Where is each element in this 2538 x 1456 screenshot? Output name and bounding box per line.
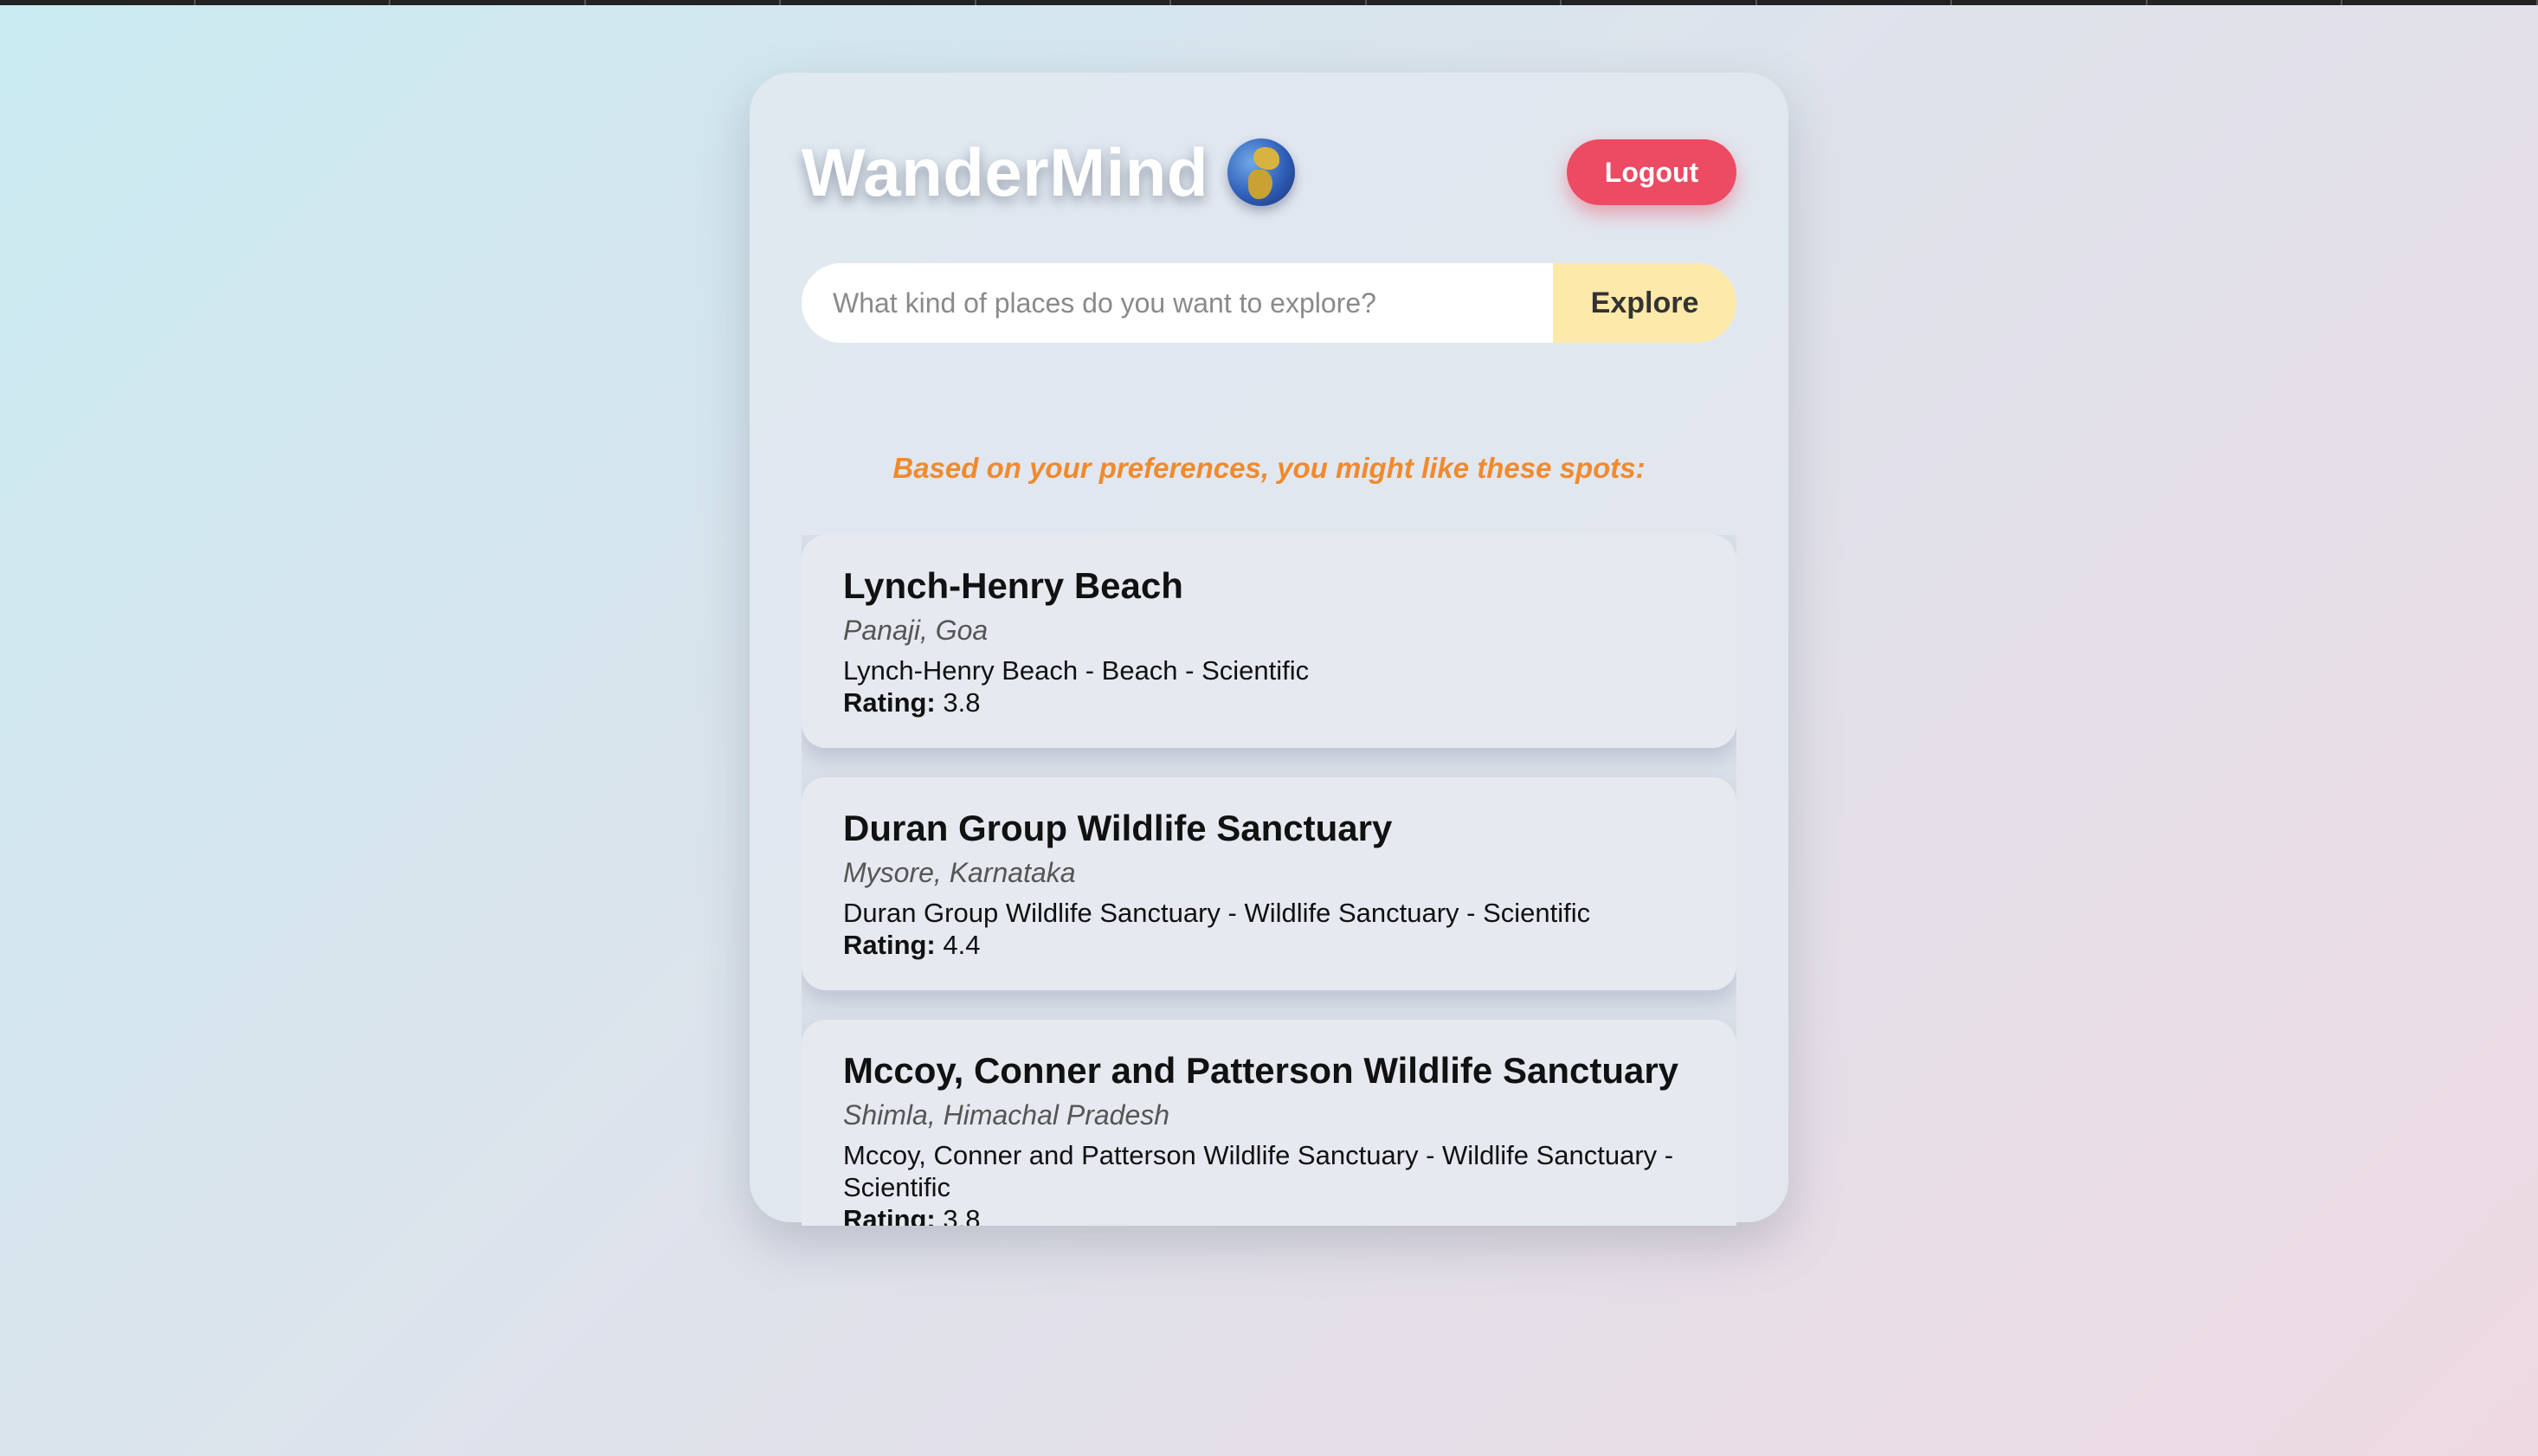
place-card[interactable]: Lynch-Henry Beach Panaji, Goa Lynch-Henr… [802, 535, 1736, 748]
place-name: Mccoy, Conner and Patterson Wildlife San… [843, 1050, 1679, 1091]
rating-label: Rating: [843, 1204, 936, 1226]
app-title-wrap: WanderMind [802, 133, 1296, 212]
search-bar: Explore [802, 263, 1736, 343]
rating-label: Rating: [843, 687, 936, 718]
place-rating: Rating: 3.8 [843, 686, 1695, 718]
place-location: Mysore, Karnataka [843, 857, 1076, 888]
place-card[interactable]: Duran Group Wildlife Sanctuary Mysore, K… [802, 777, 1736, 990]
place-card[interactable]: Mccoy, Conner and Patterson Wildlife San… [802, 1020, 1736, 1226]
app-title: WanderMind [802, 133, 1209, 210]
results-list[interactable]: Lynch-Henry Beach Panaji, Goa Lynch-Henr… [802, 535, 1736, 1226]
rating-value: 3.8 [943, 687, 981, 718]
place-location: Shimla, Himachal Pradesh [843, 1099, 1170, 1131]
header: WanderMind Logout [802, 125, 1736, 220]
suggestion-text: Based on your preferences, you might lik… [892, 452, 1646, 484]
explore-button[interactable]: Explore [1553, 263, 1736, 343]
rating-value: 3.8 [943, 1204, 981, 1226]
place-name: Duran Group Wildlife Sanctuary [843, 808, 1393, 848]
place-description: Duran Group Wildlife Sanctuary - Wildlif… [843, 898, 1591, 928]
globe-icon [1227, 139, 1296, 206]
place-location: Panaji, Goa [843, 615, 989, 646]
place-description: Mccoy, Conner and Patterson Wildlife San… [843, 1140, 1674, 1202]
place-rating: Rating: 4.4 [843, 929, 1695, 961]
search-input[interactable] [802, 263, 1553, 343]
place-name: Lynch-Henry Beach [843, 565, 1183, 606]
rating-value: 4.4 [943, 930, 981, 960]
browser-top-strip [0, 0, 2538, 5]
logout-button[interactable]: Logout [1567, 139, 1736, 205]
main-card: WanderMind Logout Explore Based on your … [750, 73, 1788, 1226]
place-description: Lynch-Henry Beach - Beach - Scientific [843, 655, 1310, 686]
rating-label: Rating: [843, 930, 936, 960]
place-rating: Rating: 3.8 [843, 1203, 1695, 1226]
